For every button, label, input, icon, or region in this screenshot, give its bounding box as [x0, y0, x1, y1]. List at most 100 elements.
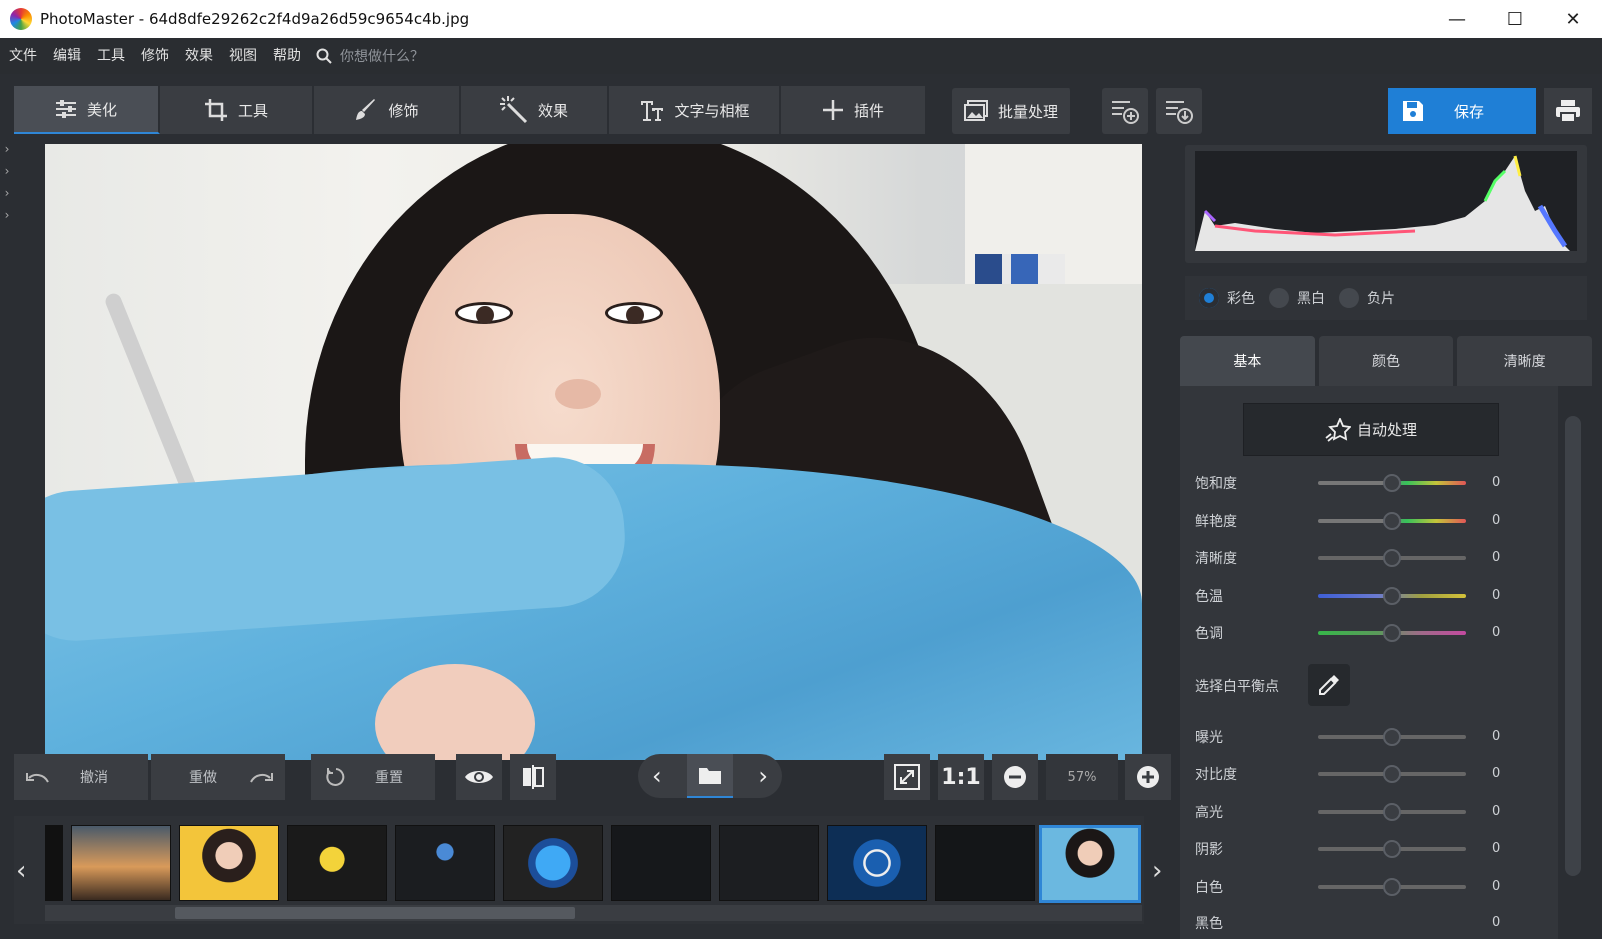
save-label: 保存	[1454, 102, 1485, 121]
batch-process-button[interactable]: 批量处理	[952, 88, 1072, 134]
mode-color-radio[interactable]: 彩色	[1199, 288, 1255, 308]
actual-size-label: 1:1	[941, 764, 981, 790]
slider-label: 黑色	[1195, 916, 1223, 932]
expand-arrow-icon[interactable]: ›	[0, 164, 14, 186]
vibrance-slider-handle[interactable]	[1383, 512, 1401, 530]
filmstrip-thumb[interactable]	[611, 825, 711, 901]
tab-tools-label: 工具	[237, 101, 268, 120]
clarity-slider-handle[interactable]	[1383, 549, 1401, 567]
shadows-slider-handle[interactable]	[1383, 840, 1401, 858]
undo-button[interactable]: 撤消	[14, 754, 148, 800]
title-bar: PhotoMaster - 64d8dfe29262c2f4d9a26d59c9…	[0, 0, 1602, 38]
sparkle-star-icon	[1325, 417, 1351, 442]
filmstrip-thumb[interactable]	[287, 825, 387, 901]
color-mode-group: 彩色 黑白 负片	[1185, 276, 1587, 320]
window-title: PhotoMaster - 64d8dfe29262c2f4d9a26d59c9…	[40, 10, 470, 28]
save-button[interactable]: 保存	[1388, 88, 1536, 134]
mode-negative-radio[interactable]: 负片	[1339, 288, 1395, 308]
filmstrip-thumb[interactable]	[45, 825, 63, 901]
slider-value: 0	[1492, 879, 1501, 894]
menu-help[interactable]: 帮助	[264, 38, 308, 74]
highlights-slider-handle[interactable]	[1383, 803, 1401, 821]
filmstrip-thumb[interactable]	[719, 825, 819, 901]
expand-arrow-icon[interactable]: ›	[0, 186, 14, 208]
slider-label: 对比度	[1195, 767, 1237, 783]
saturation-slider-handle[interactable]	[1383, 474, 1401, 492]
actual-size-button[interactable]: 1:1	[938, 754, 984, 800]
wb-row: 选择白平衡点	[1195, 671, 1525, 701]
tab-color[interactable]: 颜色	[1318, 336, 1454, 386]
filmstrip-thumb-selected[interactable]	[1039, 825, 1141, 903]
filmstrip-right-icon[interactable]: ›	[1152, 856, 1162, 886]
whites-slider-handle[interactable]	[1383, 878, 1401, 896]
slider-label: 鲜艳度	[1195, 514, 1237, 530]
slider-value: 0	[1492, 729, 1501, 744]
tab-retouch-label: 修饰	[388, 101, 419, 120]
zoom-out-icon	[1004, 766, 1026, 788]
next-image-icon[interactable]: ›	[758, 762, 768, 790]
white-balance-picker-button[interactable]	[1308, 664, 1350, 706]
contrast-slider-handle[interactable]	[1383, 765, 1401, 783]
menu-file[interactable]: 文件	[0, 38, 44, 74]
menu-tools[interactable]: 工具	[88, 38, 132, 74]
expand-arrow-icon[interactable]: ›	[0, 208, 14, 230]
auto-process-button[interactable]: 自动处理	[1243, 403, 1499, 456]
fit-screen-button[interactable]	[884, 754, 930, 800]
filmstrip-thumb[interactable]	[395, 825, 495, 901]
reset-button[interactable]: 重置	[311, 754, 435, 800]
tint-slider-handle[interactable]	[1383, 624, 1401, 642]
menu-search[interactable]: 你想做什么？	[316, 46, 424, 66]
filmstrip-thumb[interactable]	[71, 825, 171, 901]
slider-value: 0	[1492, 804, 1501, 819]
minimize-button[interactable]: —	[1428, 0, 1486, 38]
menu-retouch[interactable]: 修饰	[132, 38, 176, 74]
exposure-slider-handle[interactable]	[1383, 728, 1401, 746]
zoom-out-button[interactable]	[992, 754, 1038, 800]
open-folder-button[interactable]	[687, 754, 733, 798]
zoom-level[interactable]: 57%	[1046, 754, 1118, 800]
tab-text-frames[interactable]: 文字与相框	[609, 86, 781, 134]
crop-icon	[204, 99, 227, 121]
tab-sharpness[interactable]: 清晰度	[1457, 336, 1593, 386]
close-button[interactable]: ✕	[1544, 0, 1602, 38]
panel-scrollbar-thumb[interactable]	[1565, 416, 1581, 876]
filmstrip-thumb[interactable]	[827, 825, 927, 901]
menu-view[interactable]: 视图	[220, 38, 264, 74]
compare-icon	[523, 765, 544, 789]
menu-edit[interactable]: 编辑	[44, 38, 88, 74]
panel-scrollbar[interactable]	[1562, 386, 1584, 931]
load-preset-button[interactable]	[1156, 88, 1202, 134]
menu-effects[interactable]: 效果	[176, 38, 220, 74]
folder-icon	[699, 768, 721, 784]
slider-value: 0	[1492, 550, 1501, 565]
expand-arrow-icon[interactable]: ›	[0, 142, 14, 164]
filmstrip-thumb[interactable]	[935, 825, 1035, 901]
tab-plugins[interactable]: 插件	[781, 86, 927, 134]
photo-canvas[interactable]	[45, 144, 1142, 760]
previous-image-icon[interactable]: ‹	[652, 762, 662, 790]
filmstrip-thumb[interactable]	[179, 825, 279, 901]
mode-bw-radio[interactable]: 黑白	[1269, 288, 1325, 308]
tab-effects[interactable]: 效果	[461, 86, 609, 134]
tab-enhance[interactable]: 美化	[14, 86, 160, 134]
tab-retouch[interactable]: 修饰	[314, 86, 461, 134]
preview-button[interactable]	[456, 754, 502, 800]
redo-button[interactable]: 重做	[151, 754, 285, 800]
sliders-icon	[55, 100, 76, 118]
temperature-slider-handle[interactable]	[1383, 587, 1401, 605]
slider-value: 0	[1492, 475, 1501, 490]
main-toolbar: 美化 工具 修饰 效果 文字与相框 插件	[14, 86, 927, 134]
maximize-button[interactable]: ☐	[1486, 0, 1544, 38]
filmstrip-thumb[interactable]	[503, 825, 603, 901]
print-button[interactable]	[1544, 88, 1592, 134]
filmstrip-left-icon[interactable]: ‹	[16, 856, 26, 886]
tab-effects-label: 效果	[537, 101, 568, 120]
zoom-in-icon	[1137, 766, 1159, 788]
filmstrip-scrollbar[interactable]	[45, 905, 1142, 921]
floppy-disk-icon	[1403, 101, 1423, 121]
tab-tools[interactable]: 工具	[160, 86, 314, 134]
compare-button[interactable]	[510, 754, 556, 800]
zoom-in-button[interactable]	[1125, 754, 1171, 800]
add-preset-button[interactable]	[1102, 88, 1148, 134]
tab-basic[interactable]: 基本	[1180, 336, 1315, 386]
